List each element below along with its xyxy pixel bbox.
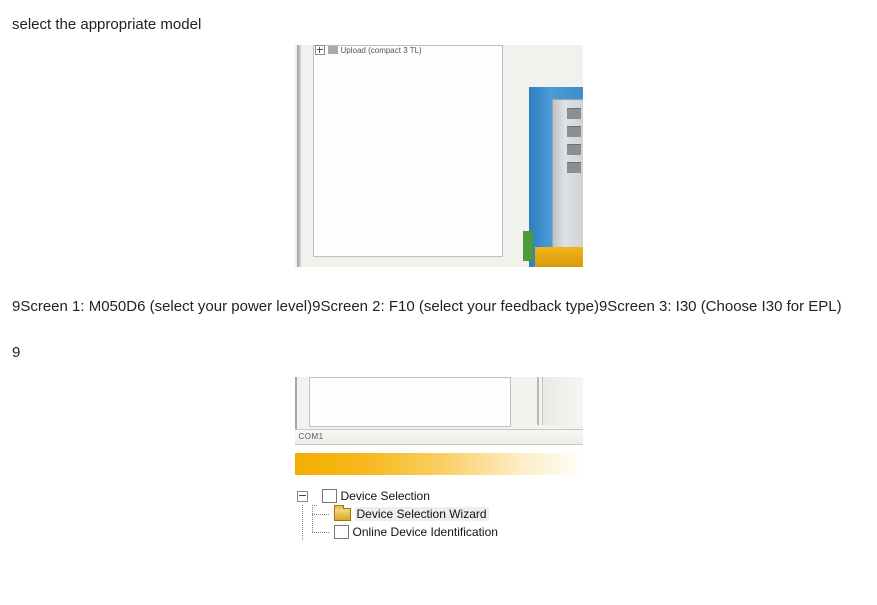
drive-slot	[567, 144, 581, 155]
tree-branch	[312, 505, 330, 523]
drive-slot	[567, 162, 581, 173]
drive-slot	[567, 126, 581, 137]
tree-child-wizard-label: Device Selection Wizard	[355, 507, 489, 521]
page-icon	[322, 489, 337, 503]
tree-expand-icon	[315, 45, 325, 55]
instruction-heading: select the appropriate model	[12, 16, 865, 33]
tree-child-row[interactable]: Online Device Identification	[297, 523, 498, 541]
list-marker-nine: 9	[12, 344, 865, 361]
com-port-label: COM1	[299, 432, 324, 441]
figure1-left-edge	[297, 45, 301, 267]
figure1-container: Upload (compact 3 TL)	[12, 41, 865, 285]
figure1-tree-caption: Upload (compact 3 TL)	[341, 46, 422, 55]
figure2-container: COM1 Device Selection Device Selection W…	[12, 361, 865, 551]
drive-green-tab	[523, 231, 533, 261]
figure1-tree-pane	[313, 45, 503, 257]
gradient-header-bar	[295, 453, 583, 475]
tree-branch	[312, 523, 330, 541]
tree-child-online-label: Online Device Identification	[353, 525, 498, 539]
tree-branch	[297, 505, 308, 523]
folder-open-icon	[334, 508, 351, 521]
drive-slot	[567, 108, 581, 119]
tree-child-row[interactable]: Device Selection Wizard	[297, 505, 498, 523]
figure2-inner-pane	[309, 377, 511, 427]
tree-branch	[297, 523, 308, 541]
status-bar: COM1	[295, 429, 583, 445]
drive-module	[552, 99, 583, 248]
figure2-divider	[537, 377, 539, 425]
tree-root-row[interactable]: Device Selection	[297, 487, 498, 505]
figure1: Upload (compact 3 TL)	[295, 45, 583, 267]
figure2: COM1 Device Selection Device Selection W…	[295, 377, 583, 551]
drive-base-plate	[535, 247, 583, 267]
device-selection-tree: Device Selection Device Selection Wizard…	[297, 487, 498, 541]
tree-node-icon	[328, 46, 338, 54]
figure1-device-area	[519, 87, 583, 267]
tree-root-label: Device Selection	[341, 489, 430, 503]
tree-collapse-icon[interactable]	[297, 491, 308, 502]
page-icon	[334, 525, 349, 539]
figure2-right-cap	[542, 377, 583, 425]
screens-paragraph: 9Screen 1: M050D6 (select your power lev…	[12, 295, 877, 318]
figure1-tree-caption-row: Upload (compact 3 TL)	[315, 45, 475, 57]
